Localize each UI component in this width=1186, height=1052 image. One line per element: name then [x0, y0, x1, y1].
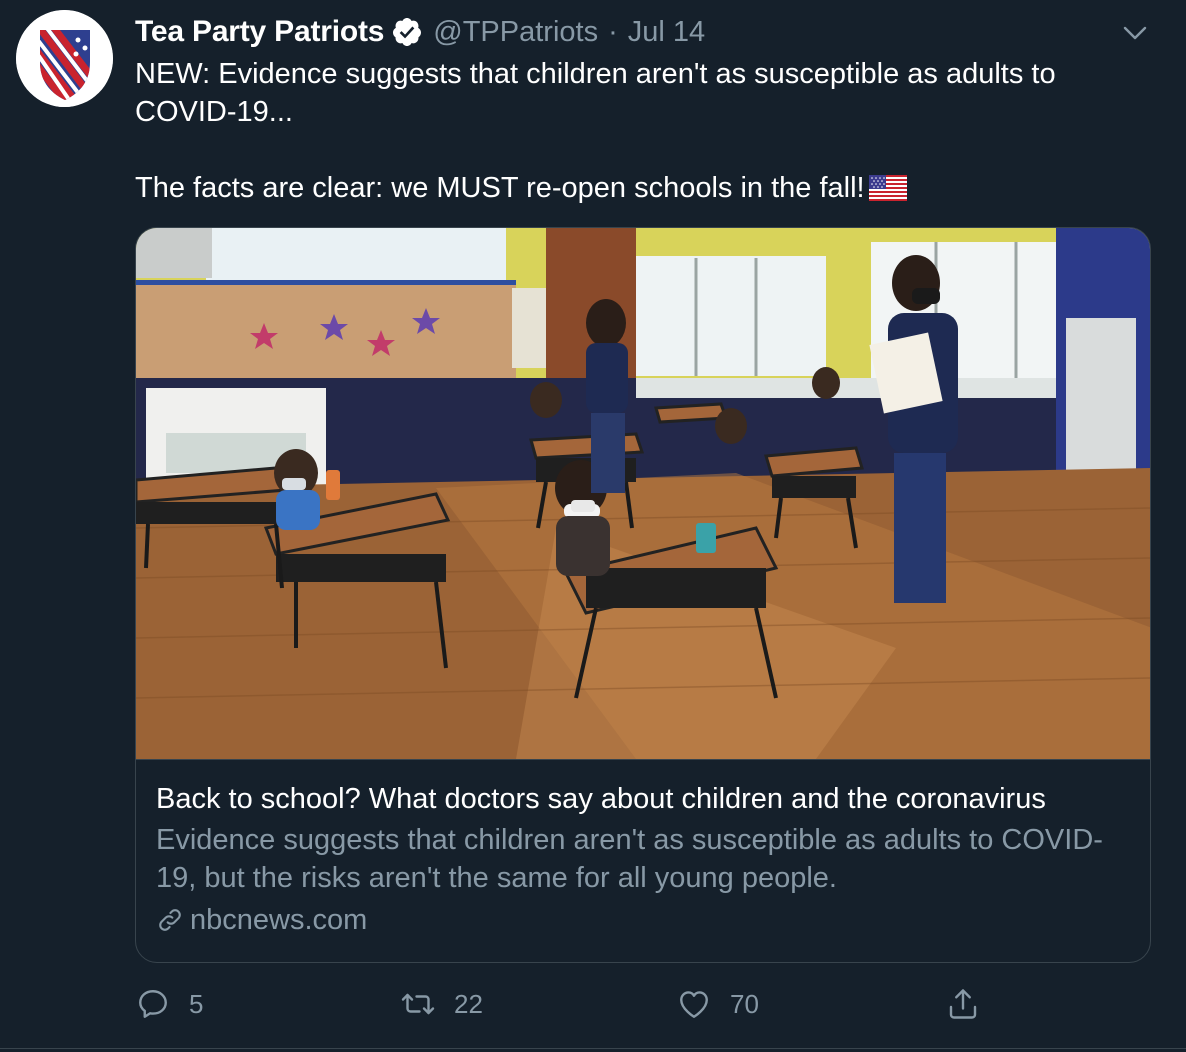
classroom-photo-icon [136, 228, 1150, 759]
us-flag-emoji-icon [868, 175, 907, 201]
share-button[interactable] [945, 982, 981, 1026]
reply-button[interactable]: 5 [135, 982, 203, 1026]
link-card-body: Back to school? What doctors say about c… [156, 780, 1131, 939]
divider [0, 1048, 1186, 1049]
reply-count: 5 [189, 988, 204, 1019]
tweet-header: Tea Party Patriots @TPPatriots · Jul 14 [135, 12, 705, 52]
tweet-text-line-2-text: The facts are clear: we MUST re-open sch… [135, 172, 865, 204]
retweet-button[interactable]: 22 [400, 982, 483, 1026]
display-name[interactable]: Tea Party Patriots [135, 15, 384, 49]
verified-badge-icon [391, 16, 423, 48]
tweet-text-line-2: The facts are clear: we MUST re-open sch… [135, 169, 1145, 207]
tweet-date[interactable]: Jul 14 [628, 16, 705, 49]
tweet[interactable]: Tea Party Patriots @TPPatriots · Jul 14 … [0, 0, 1186, 1052]
separator-dot: · [608, 15, 618, 48]
retweet-icon [400, 986, 436, 1022]
link-card-description: Evidence suggests that children aren't a… [156, 824, 1103, 894]
shield-flag-logo-icon [16, 10, 113, 107]
heart-icon [676, 986, 712, 1022]
retweet-count: 22 [454, 988, 483, 1019]
avatar[interactable] [16, 10, 113, 107]
handle[interactable]: @TPPatriots [433, 16, 598, 49]
tweet-text: NEW: Evidence suggests that children are… [135, 55, 1145, 207]
like-button[interactable]: 70 [676, 982, 759, 1026]
link-card-domain[interactable]: nbcnews.com [156, 901, 1131, 939]
link-card-domain-text: nbcnews.com [190, 904, 368, 936]
reply-icon [135, 986, 171, 1022]
link-card-title[interactable]: Back to school? What doctors say about c… [156, 780, 1131, 818]
classroom-photo[interactable] [136, 228, 1150, 760]
chevron-down-icon[interactable] [1122, 20, 1148, 46]
link-icon [156, 906, 184, 934]
link-card[interactable]: Back to school? What doctors say about c… [135, 227, 1151, 963]
tweet-text-line-1: NEW: Evidence suggests that children are… [135, 58, 1056, 128]
tweet-actions: 5 22 70 [135, 982, 1151, 1026]
like-count: 70 [730, 988, 759, 1019]
share-icon [945, 986, 981, 1022]
